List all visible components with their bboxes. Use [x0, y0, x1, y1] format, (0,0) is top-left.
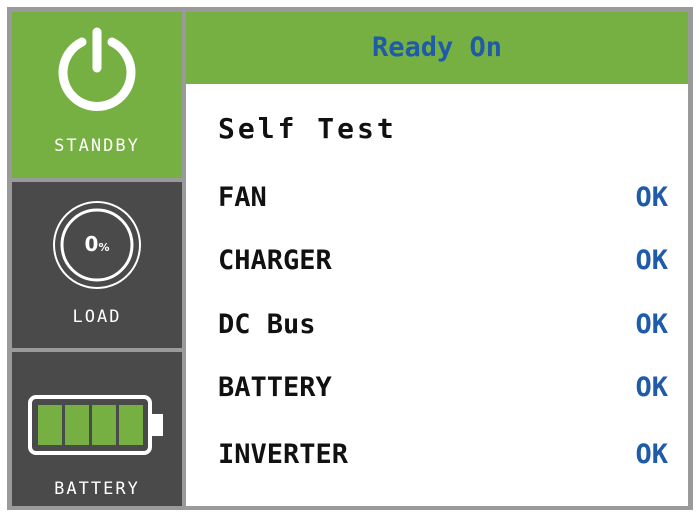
- status-header: Ready On: [186, 12, 688, 84]
- load-readout: 0%: [50, 232, 144, 256]
- self-test-row-inverter: INVERTER OK: [218, 439, 668, 479]
- row-status: OK: [635, 245, 668, 276]
- status-text: Ready On: [371, 32, 503, 63]
- sidebar: STANDBY 0% LOAD BATTERY: [12, 12, 182, 506]
- self-test-row-battery: BATTERY OK: [218, 372, 668, 412]
- standby-tile[interactable]: STANDBY: [12, 12, 182, 178]
- battery-cells: [38, 405, 143, 445]
- row-label: INVERTER: [218, 439, 349, 470]
- battery-label: BATTERY: [54, 479, 140, 499]
- load-gauge-icon: 0%: [50, 198, 144, 296]
- battery-cell: [92, 405, 116, 445]
- self-test-row-charger: CHARGER OK: [218, 245, 668, 285]
- power-icon: [54, 26, 140, 116]
- load-label: LOAD: [72, 307, 122, 327]
- main-panel: Ready On Self Test FAN OK CHARGER OK DC …: [186, 12, 688, 506]
- row-label: CHARGER: [218, 245, 332, 276]
- row-status: OK: [635, 182, 668, 213]
- load-tile[interactable]: 0% LOAD: [12, 182, 182, 348]
- row-status: OK: [635, 372, 668, 403]
- row-label: FAN: [218, 182, 267, 213]
- self-test-row-dc-bus: DC Bus OK: [218, 309, 668, 349]
- row-status: OK: [635, 309, 668, 340]
- self-test-row-fan: FAN OK: [218, 182, 668, 222]
- battery-cell: [119, 405, 143, 445]
- row-status: OK: [635, 439, 668, 470]
- load-value: 0: [84, 232, 99, 256]
- self-test-title: Self Test: [218, 112, 397, 145]
- battery-cell: [65, 405, 89, 445]
- row-label: BATTERY: [218, 372, 332, 403]
- battery-icon: [28, 395, 168, 459]
- load-unit: %: [98, 241, 110, 254]
- row-label: DC Bus: [218, 309, 316, 340]
- standby-label: STANDBY: [54, 136, 140, 156]
- battery-cell: [38, 405, 62, 445]
- battery-tile[interactable]: BATTERY: [12, 352, 182, 506]
